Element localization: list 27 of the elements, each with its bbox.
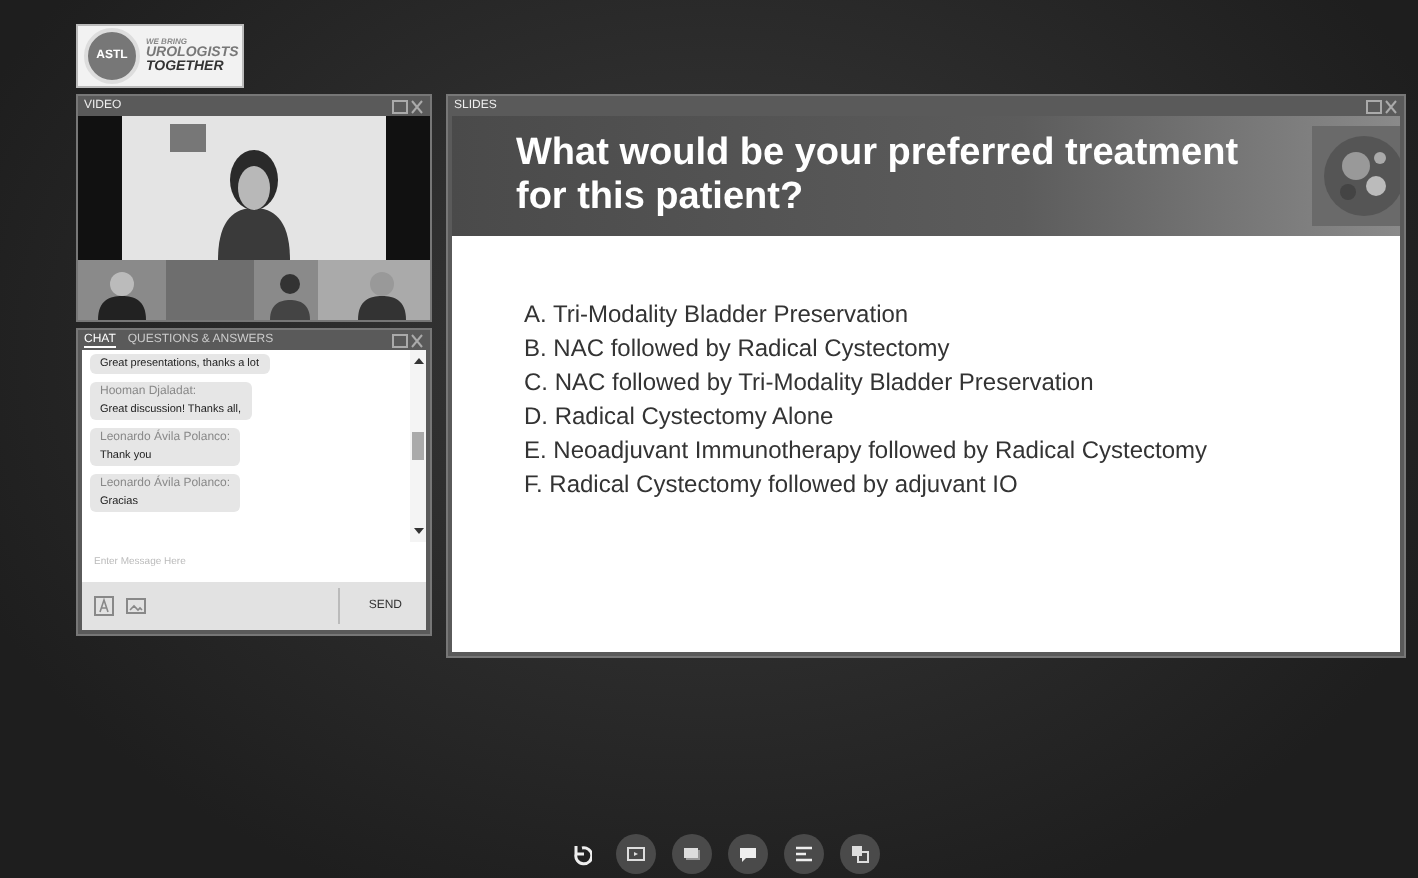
slide-heading: What would be your preferred treatment for this patient?	[516, 132, 1241, 220]
window-controls-icon[interactable]	[392, 99, 424, 113]
scroll-down-icon[interactable]	[413, 528, 423, 534]
window-controls-icon[interactable]	[1366, 99, 1398, 113]
scroll-up-icon[interactable]	[413, 358, 423, 364]
translate-button[interactable]	[840, 834, 880, 874]
answer-option: B. NAC followed by Radical Cystectomy	[524, 334, 1400, 362]
answer-option: A. Tri-Modality Bladder Preservation	[524, 300, 1400, 328]
scrollbar[interactable]	[410, 350, 426, 542]
slides-icon	[680, 842, 704, 866]
list-icon	[792, 842, 816, 866]
translate-icon	[848, 842, 872, 866]
window-controls-icon[interactable]	[392, 333, 424, 347]
screen-icon	[624, 842, 648, 866]
image-icon[interactable]	[126, 596, 146, 616]
list-button[interactable]	[784, 834, 824, 874]
chat-button[interactable]	[728, 834, 768, 874]
refresh-icon	[568, 842, 592, 866]
answer-option: C. NAC followed by Tri-Modality Bladder Preservation	[524, 368, 1400, 396]
slides-button[interactable]	[672, 834, 712, 874]
screen-button[interactable]	[616, 834, 656, 874]
scroll-thumb[interactable]	[412, 432, 424, 460]
chat-icon	[736, 842, 760, 866]
answer-option: F. Radical Cystectomy followed by adjuvant IO	[524, 470, 1400, 498]
answer-option: E. Neoadjuvant Immunotherapy followed by Radical Cystectomy	[524, 436, 1400, 464]
font-icon[interactable]	[94, 596, 114, 616]
answer-option: D. Radical Cystectomy Alone	[524, 402, 1400, 430]
